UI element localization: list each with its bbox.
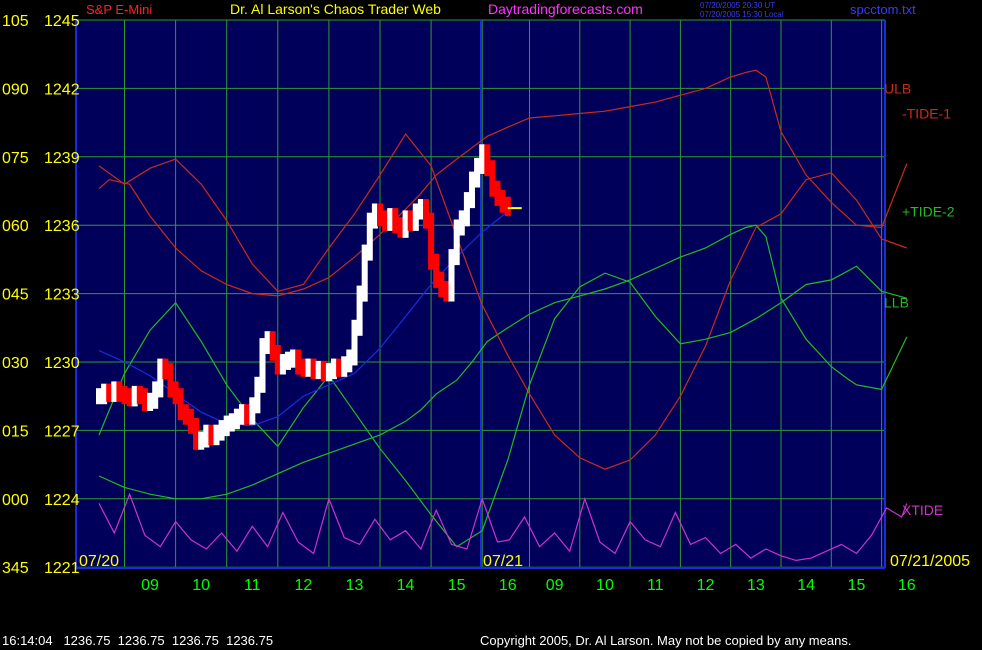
left-axis-price: 1230	[44, 355, 80, 372]
time-axis-label: 10	[596, 577, 614, 594]
price-bar	[106, 383, 113, 402]
time-axis-label: 13	[346, 577, 364, 594]
header-title-left: S&P E-Mini	[86, 2, 152, 17]
left-axis-price: 1221	[44, 560, 80, 577]
footer-quote: 16:14:04 1236.75 1236.75 1236.75 1236.75	[2, 633, 273, 648]
left-axis-price: 1242	[44, 81, 80, 98]
left-axis-price: 1233	[44, 287, 80, 304]
time-axis-label: 09	[546, 577, 564, 594]
left-axis-code: 105	[2, 13, 29, 30]
price-bar	[397, 217, 404, 238]
price-bar	[141, 388, 148, 411]
left-axis-code: 000	[2, 492, 29, 509]
annotation-tide-2: +TIDE-2	[902, 204, 955, 220]
header-file: spcctom.txt	[850, 2, 916, 17]
left-axis-code: 345	[2, 560, 29, 577]
price-bar	[499, 189, 506, 213]
footer-copyright: Copyright 2005, Dr. Al Larson. May not b…	[480, 633, 851, 648]
time-axis-label: 13	[747, 577, 765, 594]
time-axis-label: 14	[397, 577, 415, 594]
time-axis-label: 16	[499, 577, 517, 594]
annotation-xtide: XTIDE	[902, 502, 943, 518]
time-axis-label: 15	[448, 577, 466, 594]
date-start-label: 07/20	[79, 553, 119, 570]
left-axis-code: 030	[2, 355, 29, 372]
header-stamp-2: 07/20/2005 15:30 Local	[700, 10, 784, 19]
left-axis-code: 045	[2, 287, 29, 304]
price-bar	[295, 349, 302, 375]
left-axis-code: 090	[2, 81, 29, 98]
annotation-llb: LLB	[884, 295, 909, 311]
time-axis-label: 12	[294, 577, 312, 594]
left-axis-code: 075	[2, 150, 29, 167]
left-axis-price: 1245	[44, 13, 80, 30]
price-bar	[448, 249, 455, 302]
time-axis-label: 15	[848, 577, 866, 594]
price-bar	[244, 404, 251, 425]
time-axis-label: 12	[697, 577, 715, 594]
time-axis-label: 11	[244, 577, 261, 594]
left-axis-price: 1227	[44, 423, 80, 440]
header-title-main: Dr. Al Larson's Chaos Trader Web	[230, 1, 441, 17]
time-axis-label: 11	[647, 577, 664, 594]
left-axis-price: 1236	[44, 218, 80, 235]
time-axis-label: 09	[141, 577, 159, 594]
left-axis-code: 015	[2, 423, 29, 440]
price-bar	[346, 349, 353, 373]
date-mid-label: 07/21	[483, 553, 523, 570]
time-axis-label: 10	[192, 577, 210, 594]
time-axis-label: 14	[797, 577, 815, 594]
header-stamp-1: 07/20/2005 20:30 UT	[700, 1, 775, 10]
left-axis-price: 1239	[44, 150, 80, 167]
annotation-tide-1: -TIDE-1	[902, 105, 951, 121]
time-axis-label: 16	[898, 577, 916, 594]
left-axis-code: 060	[2, 218, 29, 235]
price-bar	[193, 417, 199, 450]
annotation-ulb: ULB	[884, 80, 911, 96]
date-end-label: 07/21/2005	[890, 553, 970, 570]
header-site: Daytradingforecasts.com	[488, 1, 643, 17]
chaos-trader-chart: 105 1245 090 1242 075 1239 060 1236 045 1233 030 12…	[0, 0, 982, 650]
price-bar	[504, 196, 511, 217]
left-axis-price: 1224	[44, 492, 80, 509]
